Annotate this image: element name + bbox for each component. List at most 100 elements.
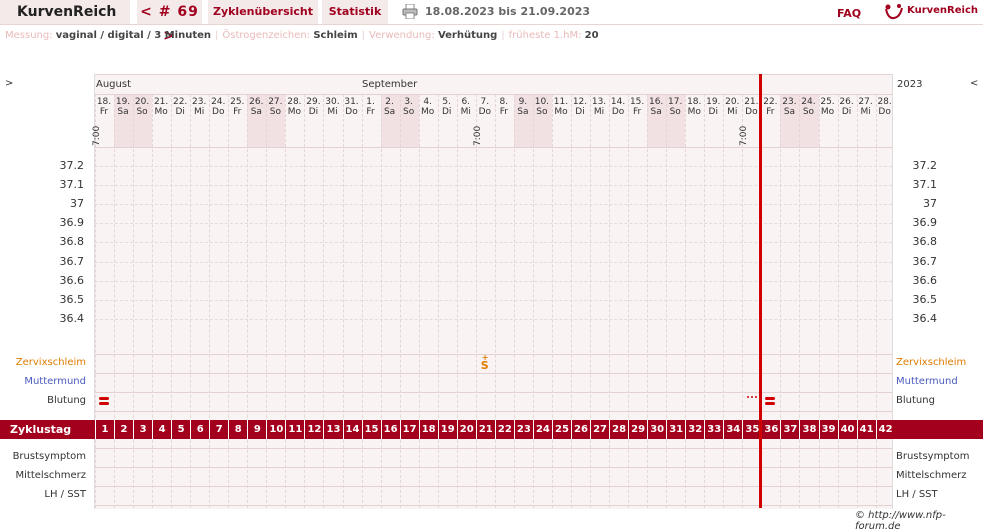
day-date: 18. <box>96 97 112 107</box>
day-date: 1. <box>366 97 375 107</box>
day-date: 26. <box>839 97 854 107</box>
zyklustag-cell: 21 <box>475 420 495 439</box>
faq-link[interactable]: FAQ <box>837 2 861 26</box>
bleeding-strong <box>765 402 776 405</box>
grid-line-vertical <box>247 94 249 508</box>
temperature-label-right: 36.7 <box>912 254 938 268</box>
day-header: 18. Mo <box>685 97 703 117</box>
grid-line-vertical <box>666 94 668 508</box>
day-date: 16. <box>648 97 664 107</box>
grid-line-vertical <box>152 94 154 508</box>
row-label-right-brust: Brustsymptom <box>896 451 970 462</box>
day-weekday: Do <box>611 107 625 117</box>
tab-zyklenuebersicht[interactable]: Zyklenübersicht <box>208 0 318 24</box>
temperature-label-right: 36.6 <box>912 273 938 287</box>
scroll-right-arrow[interactable]: < <box>970 78 978 89</box>
row-label-right-blutung: Blutung <box>896 395 935 406</box>
scroll-left-arrow[interactable]: > <box>5 78 13 89</box>
kurvenreich-logo-icon[interactable] <box>884 3 904 21</box>
zyklustag-cell: 26 <box>571 420 590 439</box>
grid-line-vertical <box>647 94 649 508</box>
settings-info: Messung: vaginal / digital / 3 Minuten | Ö… <box>5 30 599 41</box>
temperature-label-right: 37 <box>923 197 937 211</box>
footer-copyright[interactable]: © http://www.nfp-forum.de <box>855 510 983 532</box>
day-date: 14. <box>610 97 626 107</box>
day-weekday: Sa <box>517 107 529 117</box>
grid-line-vertical <box>190 94 192 508</box>
zyklustag-cell: 6 <box>190 420 209 439</box>
zyklustag-cell: 18 <box>418 420 438 439</box>
grid-line-vertical <box>494 94 496 508</box>
day-header: 12. Di <box>571 97 589 117</box>
day-header: 5. Di <box>438 97 456 117</box>
day-date: 2. <box>385 97 394 107</box>
grid-line-vertical <box>95 94 96 508</box>
printer-icon[interactable] <box>402 4 418 19</box>
day-date: 7. <box>480 97 490 107</box>
day-date: 12. <box>572 97 588 107</box>
grid-line-vertical <box>285 94 287 508</box>
row-label-right-muttermund: Muttermund <box>896 376 958 387</box>
day-date: 26. <box>249 97 264 107</box>
day-weekday: Di <box>308 107 319 117</box>
day-weekday: Fr <box>233 107 242 117</box>
temperature-label-left: 36.8 <box>59 235 85 249</box>
temperature-gridline <box>95 166 892 167</box>
zyklustag-cell: 5 <box>171 420 190 439</box>
day-header: 15. Fr <box>628 97 646 117</box>
zyklustag-cell: 40 <box>837 420 857 439</box>
grid-line-horizontal <box>0 74 983 75</box>
measure-time: 7:00 <box>92 125 102 146</box>
date-range: 18.08.2023 bis 21.09.2023 <box>425 5 591 18</box>
zyklustag-cell: 38 <box>799 420 818 439</box>
grid-line-vertical <box>856 94 858 508</box>
day-date: 28. <box>287 97 302 107</box>
zyklustag-cell: 16 <box>380 420 400 439</box>
day-date: 19. <box>706 97 721 107</box>
grid-line-vertical <box>133 94 135 508</box>
day-date: 23. <box>782 97 797 107</box>
grid-line-vertical <box>209 94 211 508</box>
zyklustag-cell: 7 <box>209 420 228 439</box>
day-header: 21. Mo <box>152 97 170 117</box>
grid-line-horizontal <box>0 373 983 374</box>
zyklustag-cell: 37 <box>780 420 799 439</box>
temperature-label-right: 37.1 <box>912 178 938 192</box>
hm-label: früheste 1.hM: <box>508 30 582 41</box>
day-date: 22. <box>763 97 778 107</box>
day-header: 26. Di <box>838 97 856 117</box>
right-label-column <box>892 74 983 509</box>
zyklustag-cell: 8 <box>228 420 247 439</box>
zyklustag-cell: 11 <box>285 420 304 439</box>
grid-line-vertical <box>571 94 572 508</box>
grid-line-vertical <box>171 94 173 508</box>
day-weekday: Mi <box>460 107 471 117</box>
cycle-navigator[interactable]: < # 69 > <box>137 0 202 44</box>
tab-statistik[interactable]: Statistik <box>322 0 388 24</box>
day-weekday: Mi <box>194 107 205 117</box>
day-header: 17. So <box>666 97 684 117</box>
day-weekday: Di <box>841 107 852 117</box>
temperature-label-left: 36.6 <box>59 273 85 287</box>
day-weekday: Mi <box>727 107 738 117</box>
temperature-label-left: 36.7 <box>59 254 85 268</box>
day-date: 24. <box>211 97 226 107</box>
verwendung-value: Verhütung <box>437 30 498 41</box>
day-header: 9. Sa <box>514 97 532 117</box>
logo-text[interactable]: KurvenReich <box>907 0 978 22</box>
day-date: 20. <box>134 97 150 107</box>
grid-line-horizontal <box>0 147 983 148</box>
zyklustag-cell: 29 <box>628 420 647 439</box>
zyklustag-cell: 30 <box>647 420 666 439</box>
hm-value: 20 <box>584 30 599 41</box>
day-weekday: Di <box>575 107 585 117</box>
bleeding-strong <box>99 397 109 400</box>
zyklustag-cell: 25 <box>551 420 571 439</box>
grid-line-vertical <box>513 94 515 508</box>
grid-line-vertical <box>685 94 687 508</box>
day-weekday: So <box>669 107 681 117</box>
grid-line-vertical <box>342 94 344 508</box>
grid-line-vertical <box>818 94 820 508</box>
day-header: 31. Do <box>343 97 361 117</box>
zyklustag-cell: 17 <box>399 420 419 439</box>
